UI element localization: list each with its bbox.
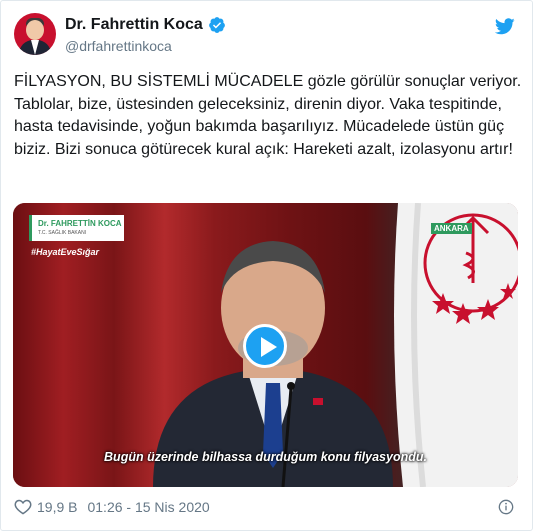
play-icon bbox=[261, 337, 277, 357]
author-handle[interactable]: @drfahrettinkoca bbox=[65, 38, 172, 54]
logo-title: Dr. FAHRETTİN KOCA bbox=[38, 219, 122, 228]
logo-subtitle: T.C. SAĞLIK BAKANI bbox=[38, 230, 87, 236]
verified-badge-icon bbox=[208, 17, 225, 33]
like-count[interactable]: 19,9 B bbox=[37, 499, 77, 515]
tweet-timestamp[interactable]: 01:26 - 15 Nis 2020 bbox=[87, 499, 209, 515]
play-button[interactable] bbox=[243, 324, 287, 368]
tweet-footer: 19,9 B 01:26 - 15 Nis 2020 bbox=[14, 498, 210, 515]
video-caption: Bugün üzerinde bilhassa durduğum konu fi… bbox=[104, 450, 427, 464]
heart-icon[interactable] bbox=[14, 498, 32, 515]
channel-logo: Dr. FAHRETTİN KOCA T.C. SAĞLIK BAKANI bbox=[29, 215, 124, 241]
video-player[interactable]: ANKARA Dr. FAHRETTİN KOCA T.C. SAĞLIK BA… bbox=[13, 203, 518, 487]
location-tag: ANKARA bbox=[431, 223, 472, 234]
video-hashtag: #HayatEveSığar bbox=[31, 247, 100, 257]
display-name[interactable]: Dr. Fahrettin Koca bbox=[65, 16, 203, 34]
author-name-row[interactable]: Dr. Fahrettin Koca bbox=[65, 16, 226, 34]
avatar[interactable] bbox=[14, 13, 56, 55]
tweet-card: Dr. Fahrettin Koca @drfahrettinkoca FİLY… bbox=[0, 0, 533, 531]
info-icon[interactable] bbox=[498, 499, 514, 515]
tweet-text: FİLYASYON, BU SİSTEMLİ MÜCADELE gözle gö… bbox=[14, 73, 522, 158]
twitter-bird-icon[interactable] bbox=[495, 18, 515, 35]
